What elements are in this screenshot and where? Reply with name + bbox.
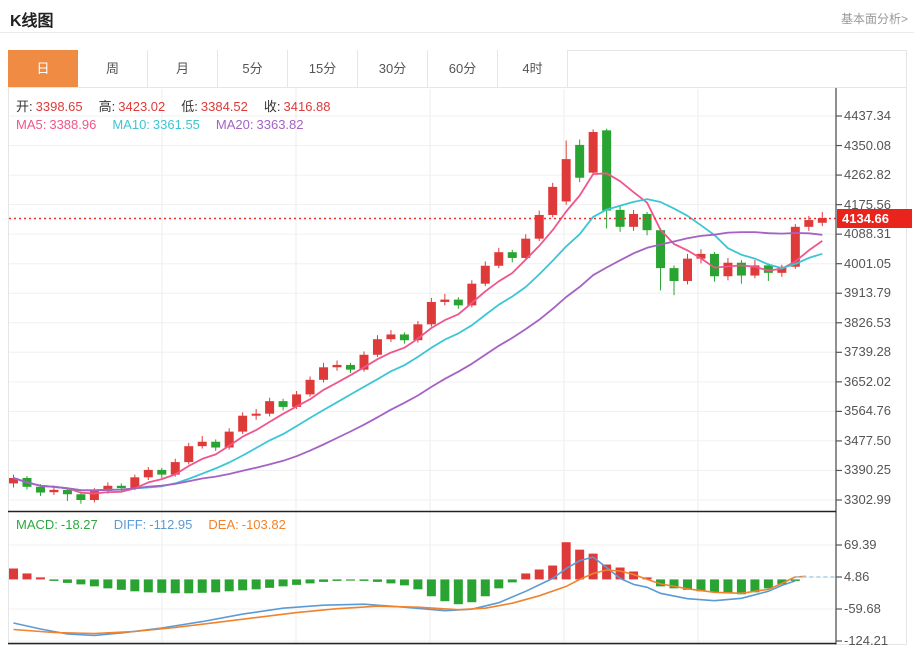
tab-timeframe-7[interactable]: 60分 (428, 50, 498, 87)
header-divider (0, 32, 914, 33)
price-marker-badge: 4134.66 (837, 209, 912, 228)
macd-ytick-label: -59.68 (844, 601, 908, 616)
main-ytick-label: 3477.50 (844, 433, 908, 448)
timeframe-tabbar: 日周月5分15分30分60分4时 (8, 50, 907, 88)
tab-timeframe-8[interactable]: 4时 (498, 50, 568, 87)
tab-timeframe-1[interactable]: 日 (8, 50, 78, 87)
macd-ytick-label: -124.21 (844, 633, 908, 648)
main-ytick-label: 3564.76 (844, 403, 908, 418)
tab-timeframe-3[interactable]: 月 (148, 50, 218, 87)
main-ytick-label: 4262.82 (844, 167, 908, 182)
main-ytick-label: 4437.34 (844, 108, 908, 123)
tab-timeframe-6[interactable]: 30分 (358, 50, 428, 87)
fundamental-analysis-link[interactable]: 基本面分析> (841, 10, 908, 27)
main-ytick-label: 3739.28 (844, 344, 908, 359)
main-ytick-label: 3390.25 (844, 462, 908, 477)
main-ytick-label: 4088.31 (844, 226, 908, 241)
main-ytick-label: 4350.08 (844, 138, 908, 153)
tab-timeframe-4[interactable]: 5分 (218, 50, 288, 87)
main-ytick-label: 3302.99 (844, 492, 908, 507)
chart-plot-area[interactable] (9, 88, 836, 644)
tab-timeframe-5[interactable]: 15分 (288, 50, 358, 87)
macd-ytick-label: 69.39 (844, 537, 908, 552)
page-title: K线图 (10, 7, 54, 31)
main-ytick-label: 3913.79 (844, 285, 908, 300)
main-ytick-label: 3826.53 (844, 315, 908, 330)
macd-ytick-label: 4.86 (844, 569, 908, 584)
tab-timeframe-2[interactable]: 周 (78, 50, 148, 87)
price-marker-value: 4134.66 (842, 211, 889, 226)
main-ytick-label: 3652.02 (844, 374, 908, 389)
main-ytick-label: 4001.05 (844, 256, 908, 271)
